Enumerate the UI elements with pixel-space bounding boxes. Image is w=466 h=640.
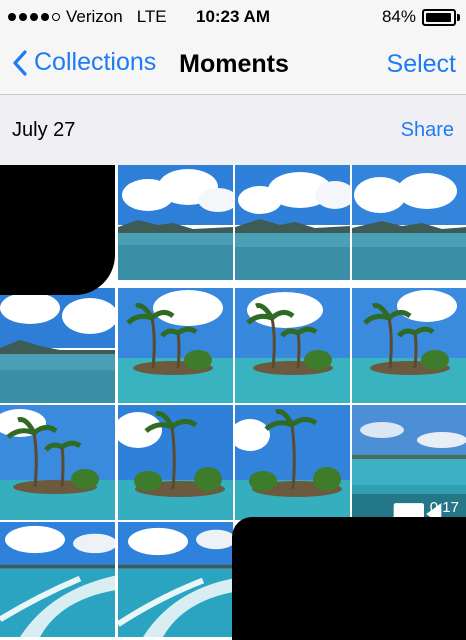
redacted-area	[0, 165, 115, 295]
battery-percent: 84%	[381, 7, 416, 26]
select-button[interactable]: Select	[387, 50, 456, 79]
battery-info: 84%	[381, 7, 460, 27]
photo-thumbnail[interactable]	[0, 288, 115, 403]
navigation-bar: Collections Moments Select	[0, 34, 466, 95]
video-thumbnail[interactable]: 0:17	[352, 405, 466, 520]
photo-thumbnail[interactable]	[235, 165, 350, 280]
status-bar: Verizon LTE 10:23 AM 84%	[0, 0, 466, 34]
battery-icon	[422, 8, 460, 26]
section-date: July 27	[12, 119, 76, 141]
photo-thumbnail[interactable]	[118, 288, 233, 403]
redacted-area	[232, 517, 466, 640]
photo-thumbnail[interactable]	[235, 405, 350, 520]
photo-thumbnail[interactable]	[352, 288, 466, 403]
video-duration: 0:17	[429, 499, 459, 516]
share-button[interactable]: Share	[401, 119, 454, 142]
photo-thumbnail[interactable]	[0, 405, 115, 520]
photo-thumbnail[interactable]	[0, 522, 115, 637]
photo-thumbnail[interactable]	[118, 165, 233, 280]
photo-thumbnail[interactable]	[118, 405, 233, 520]
photo-grid: 0:17	[0, 165, 466, 640]
moment-section-header: July 27 Share	[0, 95, 466, 165]
photo-thumbnail[interactable]	[352, 165, 466, 280]
photo-thumbnail[interactable]	[235, 288, 350, 403]
photo-thumbnail[interactable]	[118, 522, 233, 637]
